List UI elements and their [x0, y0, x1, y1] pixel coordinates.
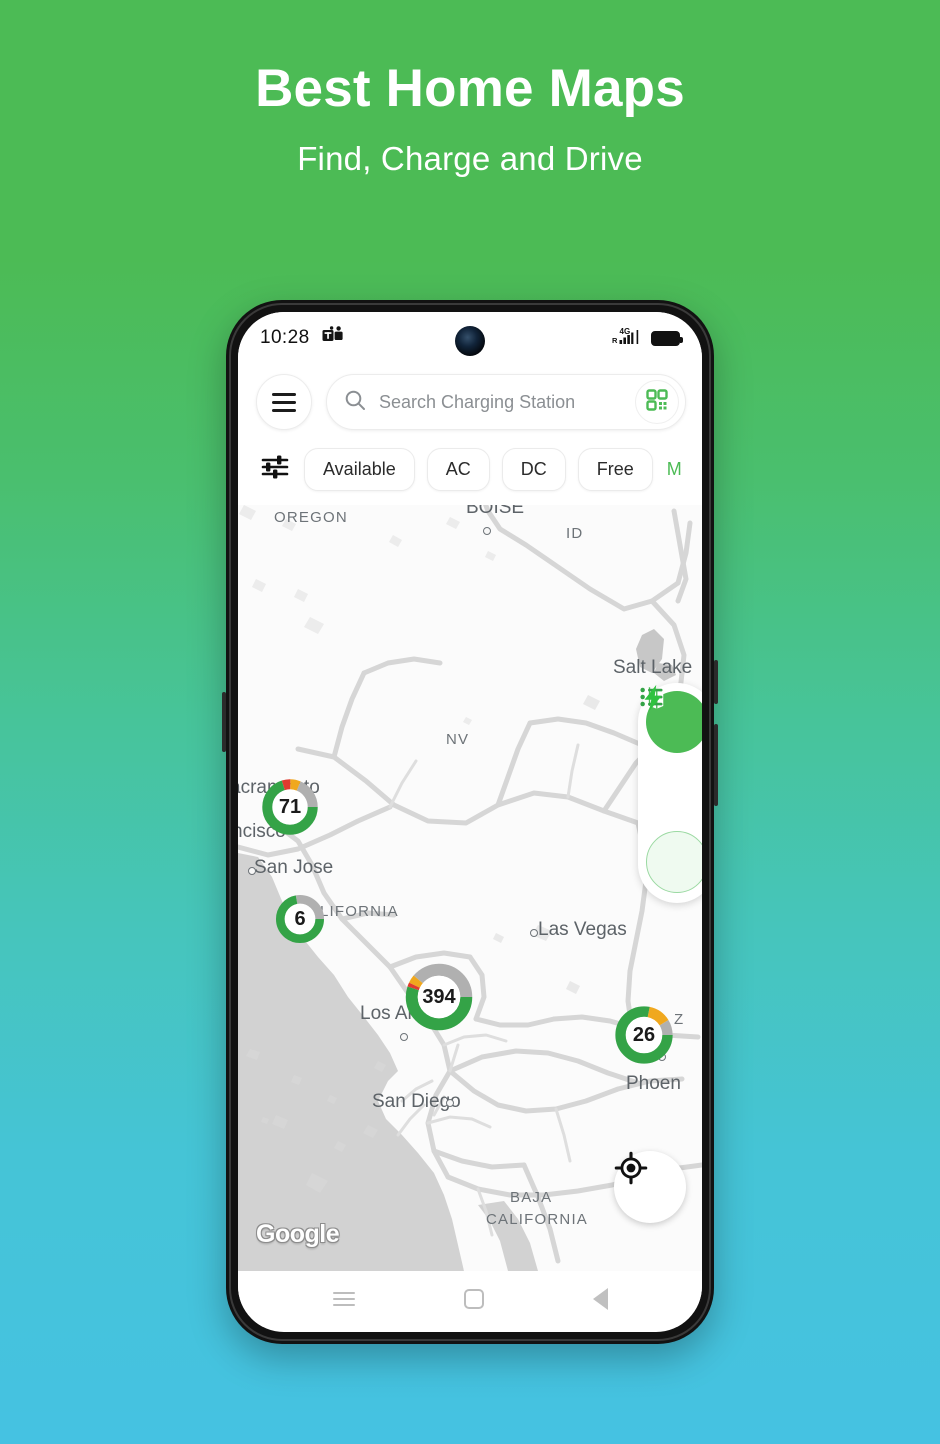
city-dot-boise [483, 527, 491, 535]
qr-code-scan-icon [645, 388, 669, 417]
filter-chip-more[interactable]: M [665, 459, 682, 480]
charge-filter-button[interactable] [644, 684, 702, 893]
status-clock: 10:28 [260, 327, 310, 348]
map-label-san-jose: San Jose [254, 857, 334, 878]
map-label-baja: BAJA [510, 1189, 553, 1206]
phone-screen: 10:28 4G R Search Charging Station Avail… [238, 312, 702, 1332]
map-cluster-marker[interactable]: 6 [274, 893, 326, 945]
front-camera-punch-hole [455, 326, 485, 356]
teams-icon [322, 325, 344, 351]
hamburger-menu-icon [272, 392, 296, 412]
phone-mockup: 10:28 4G R Search Charging Station Avail… [222, 300, 718, 1344]
map-label-id: ID [566, 525, 584, 542]
qr-scan-button[interactable] [635, 380, 679, 424]
map-view-controls [638, 683, 702, 903]
svg-text:R: R [612, 336, 618, 345]
city-dot-san-diego [446, 1099, 454, 1107]
city-dot-san-jose [248, 867, 256, 875]
signal-bars-icon: 4G R [612, 326, 642, 350]
search-placeholder-text: Search Charging Station [379, 391, 576, 412]
phone-power-button [714, 660, 718, 704]
map-canvas[interactable]: OREGON BOISE ID Salt Lake NV TA acrament… [238, 505, 702, 1271]
map-label-phoenix: Phoen [626, 1073, 681, 1094]
filter-row: Available AC DC Free M [238, 438, 702, 505]
status-bar: 10:28 4G R [238, 312, 702, 364]
search-row: Search Charging Station [238, 364, 702, 438]
map-cluster-marker[interactable]: 394 [403, 961, 475, 1033]
city-dot-las-vegas [530, 929, 538, 937]
search-icon [343, 388, 367, 417]
cluster-count: 6 [294, 907, 306, 930]
search-input[interactable]: Search Charging Station [326, 374, 686, 430]
filter-chip-free[interactable]: Free [577, 448, 653, 491]
cluster-count: 26 [632, 1023, 656, 1046]
city-dot-los-angeles [400, 1033, 408, 1041]
phone-side-key [222, 692, 226, 752]
home-square-icon[interactable] [463, 1289, 484, 1309]
promo-header: Best Home Maps Find, Charge and Drive [0, 59, 940, 178]
page-subtitle: Find, Charge and Drive [297, 140, 643, 178]
android-nav-bar [238, 1271, 702, 1327]
menu-button[interactable] [256, 374, 312, 430]
phone-volume-button [714, 724, 718, 806]
cluster-count: 394 [422, 985, 456, 1008]
map-label-baja-california: CALIFORNIA [486, 1211, 589, 1228]
map-label-salt-lake: Salt Lake [613, 657, 693, 678]
cluster-count: 71 [278, 795, 302, 818]
svg-text:4G: 4G [620, 327, 631, 336]
map-label-az: Z [674, 1011, 685, 1028]
status-bar-left: 10:28 [260, 325, 344, 351]
google-watermark: Google [256, 1220, 340, 1248]
my-location-button[interactable] [614, 1151, 686, 1223]
filter-chip-available[interactable]: Available [304, 448, 415, 491]
map-label-oregon: OREGON [274, 509, 348, 526]
map-label-california: LIFORNIA [320, 903, 399, 920]
page-title: Best Home Maps [255, 59, 685, 118]
status-bar-right: 4G R [612, 326, 683, 350]
map-label-boise: BOISE [466, 505, 525, 518]
filter-sliders-icon[interactable] [260, 452, 290, 487]
map-label-nv: NV [446, 731, 470, 748]
map-label-las-vegas: Las Vegas [538, 919, 627, 940]
recents-icon[interactable] [332, 1292, 355, 1306]
map-cluster-marker[interactable]: 71 [260, 777, 320, 837]
filter-chip-ac[interactable]: AC [426, 448, 490, 491]
filter-chip-dc[interactable]: DC [501, 448, 566, 491]
back-triangle-icon[interactable] [592, 1288, 608, 1310]
promo-screenshot: Best Home Maps Find, Charge and Drive 10… [0, 0, 940, 1444]
map-cluster-marker[interactable]: 26 [613, 1004, 675, 1066]
battery-full-icon [651, 330, 683, 346]
list-view-button[interactable] [640, 687, 702, 823]
